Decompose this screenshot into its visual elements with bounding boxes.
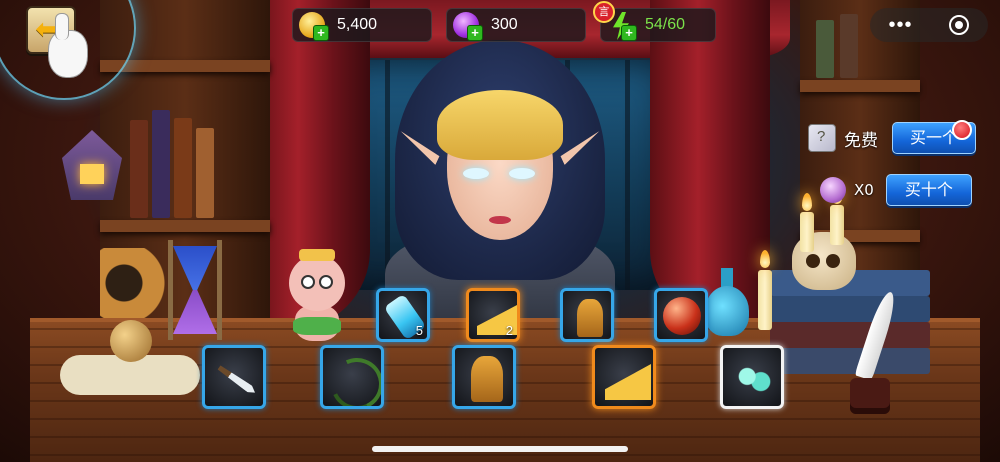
add-energy-icon[interactable]: + — [621, 25, 637, 41]
gold-counter[interactable]: + 5,400 — [292, 8, 432, 42]
hourglass-decoration — [168, 240, 222, 340]
item-slot-cheese-large[interactable] — [592, 345, 656, 409]
item-slot-dragon-statue-large[interactable] — [452, 345, 516, 409]
gold-value: 5,400 — [337, 16, 378, 33]
item-count: 2 — [505, 323, 513, 338]
ten-draw-row: X0 买十个 — [820, 174, 972, 206]
inkwell-decoration — [850, 378, 890, 414]
cheese-icon — [605, 364, 651, 400]
candle — [800, 212, 814, 252]
mini-program-capsule[interactable]: ••• — [870, 8, 988, 42]
item-slot-teal-gems[interactable] — [720, 345, 784, 409]
gem-value: 300 — [491, 16, 518, 33]
draw-ticket-icon — [808, 124, 836, 152]
tutorial-pointer-hand-icon — [48, 13, 88, 78]
energy-badge: 言 — [593, 1, 615, 23]
item-count: 5 — [415, 323, 423, 338]
energy-value: 54/60 — [645, 16, 686, 33]
buy-ten-button[interactable]: 买十个 — [885, 174, 972, 206]
notification-dot — [952, 120, 972, 140]
add-gems-icon[interactable]: + — [467, 25, 483, 41]
pig-mascot — [285, 249, 349, 347]
home-indicator[interactable] — [372, 446, 628, 452]
candle-flame — [760, 250, 770, 268]
item-slot-cheese[interactable]: 2 — [466, 288, 520, 342]
dagger-icon — [217, 364, 258, 396]
candle-flame — [802, 193, 812, 211]
item-slot-dagger[interactable] — [202, 345, 266, 409]
globe-decoration — [110, 320, 152, 362]
item-slot-thorn-vine[interactable] — [320, 345, 384, 409]
free-draw-row: 免费 买一个 — [808, 122, 976, 154]
golden-statue-icon — [471, 356, 503, 402]
item-slot-dragon-statue[interactable] — [560, 288, 614, 342]
energy-counter[interactable]: + 言 54/60 — [593, 1, 716, 42]
close-capsule-icon[interactable] — [949, 15, 970, 35]
shell-token-icon — [820, 177, 846, 203]
thorn-vine-icon — [323, 350, 381, 406]
add-gold-icon[interactable]: + — [313, 25, 329, 41]
item-slot-red-orb[interactable] — [654, 288, 708, 342]
red-orb-icon — [663, 297, 701, 335]
potion-flask-decoration — [705, 268, 749, 338]
candle — [758, 270, 772, 330]
teal-gems-icon — [737, 366, 771, 392]
shell-count-label: X0 — [854, 181, 874, 199]
sorceress-character — [385, 40, 615, 340]
candle — [830, 205, 844, 245]
more-options-icon[interactable]: ••• — [888, 15, 912, 35]
item-slot-potion-vial[interactable]: 5 — [376, 288, 430, 342]
golden-statue-icon — [577, 299, 603, 337]
gem-counter[interactable]: + 300 — [446, 8, 586, 42]
free-label: 免费 — [844, 130, 878, 151]
